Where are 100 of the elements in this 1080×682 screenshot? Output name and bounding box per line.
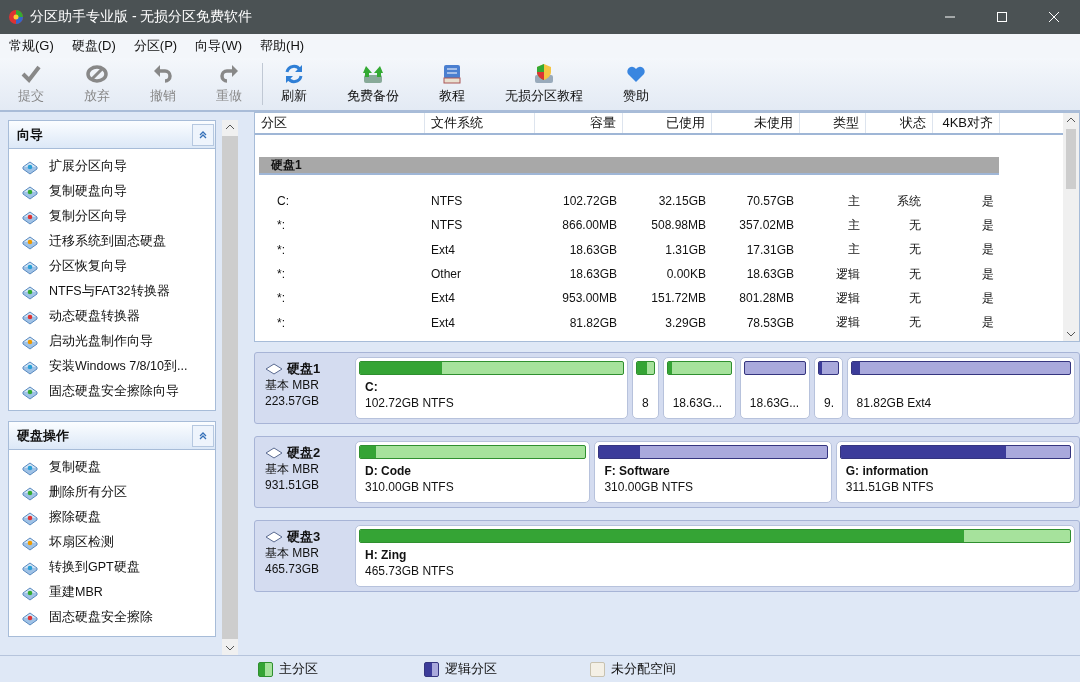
sidebar-item[interactable]: 复制硬盘 [21, 455, 215, 480]
menu-item[interactable]: 向导(W) [195, 37, 243, 55]
table-cell-text: 是 [981, 192, 995, 210]
table-cell-text: 主 [847, 216, 861, 234]
partition-block[interactable]: 18.63G... [739, 357, 811, 419]
partition-detail: 465.73GB NTFS [364, 564, 455, 578]
sidebar-item[interactable]: 复制硬盘向导 [21, 179, 215, 204]
table-cell-text: 是 [981, 289, 995, 307]
book-icon [441, 63, 463, 85]
partition-detail: 311.51GB NTFS [844, 480, 935, 494]
table-cell-text: 系统 [896, 192, 922, 210]
partition-block[interactable]: 81.82GB Ext4 [846, 357, 1075, 419]
sidebar-item[interactable]: 擦除硬盘 [21, 505, 215, 530]
table-cell-text: 是 [981, 241, 995, 259]
sidebar-item[interactable]: NTFS与FAT32转换器 [21, 279, 215, 304]
scroll-up-icon[interactable] [1066, 117, 1076, 123]
table-cell-text: NTFS [430, 194, 464, 209]
toolbar-button[interactable]: 无损分区教程 [497, 61, 591, 107]
scrollbar[interactable] [1063, 113, 1079, 341]
sidebar-item[interactable]: 动态硬盘转换器 [21, 304, 215, 329]
table-cell-text: 17.31GB [745, 242, 795, 257]
partition-block[interactable]: F: Software 310.00GB NTFS [594, 441, 832, 503]
sidebar-item[interactable]: 扩展分区向导 [21, 154, 215, 179]
table-cell-text: Other [430, 267, 462, 282]
partition-block[interactable]: D: Code 310.00GB NTFS [355, 441, 591, 503]
scroll-down-icon[interactable] [1066, 331, 1076, 337]
column-header[interactable]: 4KB对齐 [933, 113, 1000, 133]
chevrons-up-icon [198, 129, 208, 140]
partition-detail: 310.00GB NTFS [603, 480, 695, 494]
partition-block[interactable]: C: 102.72GB NTFS [355, 357, 629, 419]
scroll-thumb[interactable] [1066, 129, 1076, 189]
table-cell-text: 3.29GB [664, 315, 707, 330]
disk-name: 硬盘1 [287, 361, 321, 377]
partition-name: D: Code [364, 464, 412, 480]
table-cell-text: Ext4 [430, 291, 456, 306]
collapse-button[interactable] [192, 424, 214, 447]
partition-detail: 9. [823, 396, 836, 410]
app-logo-icon [8, 9, 24, 25]
partition-block[interactable]: 9. [814, 357, 843, 419]
column-header[interactable]: 已使用 [623, 113, 712, 133]
column-header[interactable]: 类型 [800, 113, 866, 133]
toolbar-button[interactable]: 刷新 [273, 61, 315, 107]
sidebar-item[interactable]: 迁移系统到固态硬盘 [21, 229, 215, 254]
column-header[interactable]: 状态 [866, 113, 933, 133]
maximize-icon[interactable] [996, 11, 1008, 23]
close-icon[interactable] [1048, 11, 1060, 23]
table-cell-text: 18.63GB [568, 267, 618, 282]
table-cell-text: 78.53GB [745, 315, 795, 330]
toolbar-button[interactable]: 教程 [431, 61, 473, 107]
sidebar-item[interactable]: 启动光盘制作向导 [21, 329, 215, 354]
column-header[interactable]: 容量 [535, 113, 623, 133]
partition-detail: 18.63G... [748, 396, 801, 410]
menu-item[interactable]: 帮助(H) [260, 37, 305, 55]
table-cell-text: Ext4 [430, 315, 456, 330]
table-cell-text: 70.57GB [745, 194, 795, 209]
table-cell-text: 151.72MB [650, 291, 707, 306]
collapse-button[interactable] [192, 123, 214, 146]
disk-name: 硬盘3 [287, 529, 321, 545]
panel-title: 硬盘操作 [17, 426, 69, 445]
partition-name: H: Zing [364, 548, 408, 564]
table-cell-text: 508.98MB [650, 218, 707, 233]
undo-icon [152, 63, 174, 85]
sidebar-item[interactable]: 坏扇区检测 [21, 530, 215, 555]
sidebar-item[interactable]: 删除所有分区 [21, 480, 215, 505]
disk-type: 基本 MBR [265, 545, 320, 561]
partition-detail: 310.00GB NTFS [364, 480, 455, 494]
sidebar-item[interactable]: 安装Windows 7/8/10到... [21, 354, 215, 379]
sidebar-item[interactable]: 分区恢复向导 [21, 254, 215, 279]
sidebar-item[interactable]: 固态硬盘安全擦除 [21, 605, 215, 630]
table-cell-text: 无 [908, 289, 922, 307]
menu-item[interactable]: 分区(P) [133, 37, 178, 55]
table-cell-text: 18.63GB [745, 267, 795, 282]
scroll-up-icon[interactable] [225, 124, 235, 130]
partition-block[interactable]: 18.63G... [662, 357, 736, 419]
panel-title: 向导 [17, 125, 43, 144]
column-header[interactable]: 文件系统 [425, 113, 535, 133]
table-cell-text: *: [276, 267, 286, 282]
table-cell-text: 102.72GB [561, 194, 618, 209]
partition-block[interactable]: H: Zing 465.73GB NTFS [355, 525, 1075, 587]
table-cell-text: 无 [908, 314, 922, 332]
sidebar-item[interactable]: 重建MBR [21, 580, 215, 605]
sidebar-item[interactable]: 固态硬盘安全擦除向导 [21, 379, 215, 404]
column-header[interactable]: 未使用 [712, 113, 800, 133]
partition-block[interactable]: 8 [632, 357, 659, 419]
partition-block[interactable]: G: information 311.51GB NTFS [835, 441, 1075, 503]
toolbar-button[interactable]: 赞助 [615, 61, 657, 107]
disk-group-header: 硬盘1 [259, 157, 999, 175]
scroll-down-icon[interactable] [225, 645, 235, 651]
table-cell-text: 32.15GB [657, 194, 707, 209]
menu-item[interactable]: 常规(G) [9, 37, 54, 55]
refresh-icon [283, 63, 305, 85]
menu-item[interactable]: 硬盘(D) [71, 37, 116, 55]
table-cell-text: 81.82GB [568, 315, 618, 330]
sidebar-item[interactable]: 复制分区向导 [21, 204, 215, 229]
table-cell-text: *: [276, 315, 286, 330]
table-cell-text: 无 [908, 216, 922, 234]
chevrons-up-icon [198, 430, 208, 441]
column-header[interactable]: 分区 [255, 113, 425, 133]
sidebar-item[interactable]: 转换到GPT硬盘 [21, 555, 215, 580]
toolbar-button[interactable]: 免费备份 [339, 61, 407, 107]
